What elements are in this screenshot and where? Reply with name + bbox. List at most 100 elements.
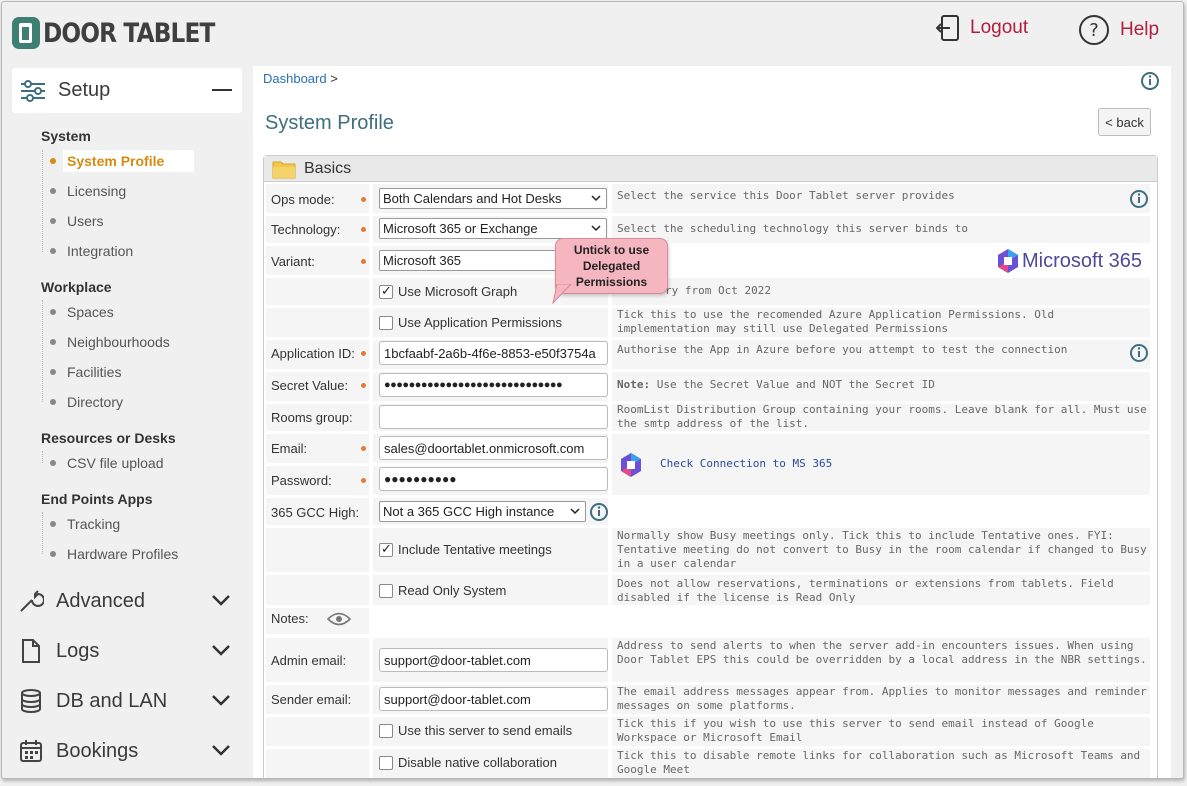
variant-label: Variant: xyxy=(271,254,315,269)
sidebar-item-tracking[interactable]: Tracking xyxy=(40,512,120,536)
gcc-high-label: 365 GCC High: xyxy=(271,505,360,520)
chevron-down-icon xyxy=(212,595,230,606)
door-tablet-logo[interactable]: DOOR TABLET xyxy=(12,17,242,49)
sidebar-group-resources: Resources or Desks xyxy=(41,430,176,446)
help-link[interactable]: ? Help xyxy=(1078,14,1159,46)
disable-collab-checkbox[interactable]: Disable native collaboration xyxy=(379,755,557,770)
nav-section-bookings[interactable]: Bookings xyxy=(12,731,242,771)
sidebar-item-integration[interactable]: Integration xyxy=(40,239,133,263)
nav-section-db-lan[interactable]: DB and LAN xyxy=(12,681,242,721)
page-title: System Profile xyxy=(265,112,394,134)
setup-label: Setup xyxy=(58,79,111,101)
technology-select[interactable]: Microsoft 365 or Exchange xyxy=(379,218,607,239)
advanced-label: Advanced xyxy=(56,589,145,612)
rooms-group-label: Rooms group: xyxy=(271,410,353,425)
checkbox-unchecked[interactable] xyxy=(379,755,393,770)
folder-icon xyxy=(272,161,296,178)
sidebar-group-system: System xyxy=(41,128,91,144)
use-app-permissions-checkbox[interactable]: Use Application Permissions xyxy=(379,315,562,330)
bullet xyxy=(50,460,56,466)
logout-link[interactable]: Logout xyxy=(936,14,1028,42)
email-label: Email: xyxy=(271,441,308,456)
technology-desc: Select the scheduling technology this se… xyxy=(617,222,968,235)
back-button[interactable]: < back xyxy=(1098,108,1151,136)
chevron-down-icon xyxy=(570,508,580,515)
read-only-checkbox[interactable]: Read Only System xyxy=(379,583,506,598)
page-info-icon[interactable] xyxy=(1140,71,1160,91)
breadcrumb-dashboard-link[interactable]: Dashboard xyxy=(263,71,327,86)
chevron-down-icon xyxy=(591,225,601,232)
eye-icon[interactable] xyxy=(327,611,351,627)
ops-mode-desc: Select the service this Door Tablet serv… xyxy=(617,189,955,202)
secret-desc: Note: Use the Secret Value and NOT the S… xyxy=(617,378,935,392)
use-graph-checkbox[interactable]: Use Microsoft Graph xyxy=(379,283,517,299)
ops-mode-select[interactable]: Both Calendars and Hot Desks xyxy=(379,188,607,209)
secret-value-input[interactable]: ●●●●●●●●●●●●●●●●●●●●●●●●●●●●● xyxy=(379,373,608,397)
sidebar-item-system-profile[interactable]: System Profile xyxy=(40,149,195,173)
microsoft-365-logo: Microsoft 365 xyxy=(996,248,1142,274)
label-cell xyxy=(266,278,369,305)
database-icon xyxy=(21,689,41,713)
checkbox-unchecked[interactable] xyxy=(379,723,393,738)
setup-section-header[interactable]: Setup xyxy=(12,68,242,113)
collapse-icon[interactable] xyxy=(212,89,232,91)
bullet xyxy=(50,188,56,194)
check-connection-link[interactable]: Check Connection to MS 365 xyxy=(660,457,832,470)
sidebar-item-csv-upload[interactable]: CSV file upload xyxy=(40,451,164,475)
sidebar-item-licensing[interactable]: Licensing xyxy=(40,179,126,203)
checkbox-unchecked[interactable] xyxy=(379,315,393,330)
send-emails-label: Use this server to send emails xyxy=(398,723,573,738)
secret-label: Secret Value: xyxy=(271,378,349,393)
sender-email-input[interactable]: support@door-tablet.com xyxy=(379,687,608,711)
checkbox-unchecked[interactable] xyxy=(379,583,393,598)
calendar-icon xyxy=(20,740,42,762)
checkbox-checked[interactable] xyxy=(379,541,393,557)
rooms-group-input[interactable] xyxy=(379,405,608,429)
sidebar-item-users[interactable]: Users xyxy=(40,209,104,233)
email-input[interactable]: sales@doortablet.onmicrosoft.com xyxy=(379,436,608,460)
send-emails-checkbox[interactable]: Use this server to send emails xyxy=(379,723,572,738)
admin-email-input[interactable]: support@door-tablet.com xyxy=(379,648,608,672)
sidebar-item-neighbourhoods[interactable]: Neighbourhoods xyxy=(40,330,170,354)
label-cell xyxy=(266,749,369,778)
secret-desc-text: Use the Secret Value and NOT the Secret … xyxy=(650,378,935,391)
logo-icon xyxy=(12,17,40,49)
breadcrumb: Dashboard > xyxy=(263,71,338,86)
sidebar-group-workplace: Workplace xyxy=(41,279,112,295)
app-id-label: Application ID: xyxy=(271,346,355,361)
info-icon[interactable] xyxy=(1129,343,1149,363)
nav-section-advanced[interactable]: Advanced xyxy=(12,581,242,621)
ops-mode-label: Ops mode: xyxy=(271,192,335,207)
document-icon xyxy=(22,639,40,663)
info-icon[interactable] xyxy=(589,502,609,522)
nav-section-logs[interactable]: Logs xyxy=(12,631,242,671)
logo-text: DOOR TABLET xyxy=(43,17,215,49)
sidebar-item-directory[interactable]: Directory xyxy=(40,390,123,414)
required-dot xyxy=(361,446,366,451)
panel-header[interactable]: Basics xyxy=(264,156,1157,182)
admin-email-label: Admin email: xyxy=(271,653,347,668)
gcc-high-select[interactable]: Not a 365 GCC High instance xyxy=(379,501,586,522)
sidebar-item-spaces[interactable]: Spaces xyxy=(40,300,114,324)
sidebar-item-hardware-profiles[interactable]: Hardware Profiles xyxy=(40,542,178,566)
panel-title: Basics xyxy=(304,159,352,177)
info-icon[interactable] xyxy=(1129,189,1149,209)
disable-collab-desc: Tick this to disable remote links for co… xyxy=(617,749,1141,776)
disable-collab-label: Disable native collaboration xyxy=(398,755,557,770)
chevron-down-icon xyxy=(591,195,601,202)
checkbox-checked[interactable] xyxy=(379,283,393,299)
send-emails-desc: Tick this if you wish to use this server… xyxy=(617,717,1094,744)
bookings-label: Bookings xyxy=(56,739,139,762)
sidebar-item-facilities[interactable]: Facilities xyxy=(40,360,121,384)
read-only-label: Read Only System xyxy=(398,583,507,598)
app-id-desc: Authorise the App in Azure before you at… xyxy=(617,343,1068,356)
chevron-down-icon xyxy=(212,695,230,706)
label-cell xyxy=(266,528,369,572)
required-dot xyxy=(361,259,366,264)
label-cell xyxy=(266,575,369,605)
rooms-group-desc: RoomList Distribution Group containing y… xyxy=(617,403,1147,430)
tentative-checkbox[interactable]: Include Tentative meetings xyxy=(379,541,552,557)
application-id-input[interactable]: 1bcfaabf-2a6b-4f6e-8853-e50f3754a xyxy=(379,341,608,365)
bullet xyxy=(50,339,56,345)
password-input[interactable]: ●●●●●●●●●● xyxy=(379,467,608,491)
